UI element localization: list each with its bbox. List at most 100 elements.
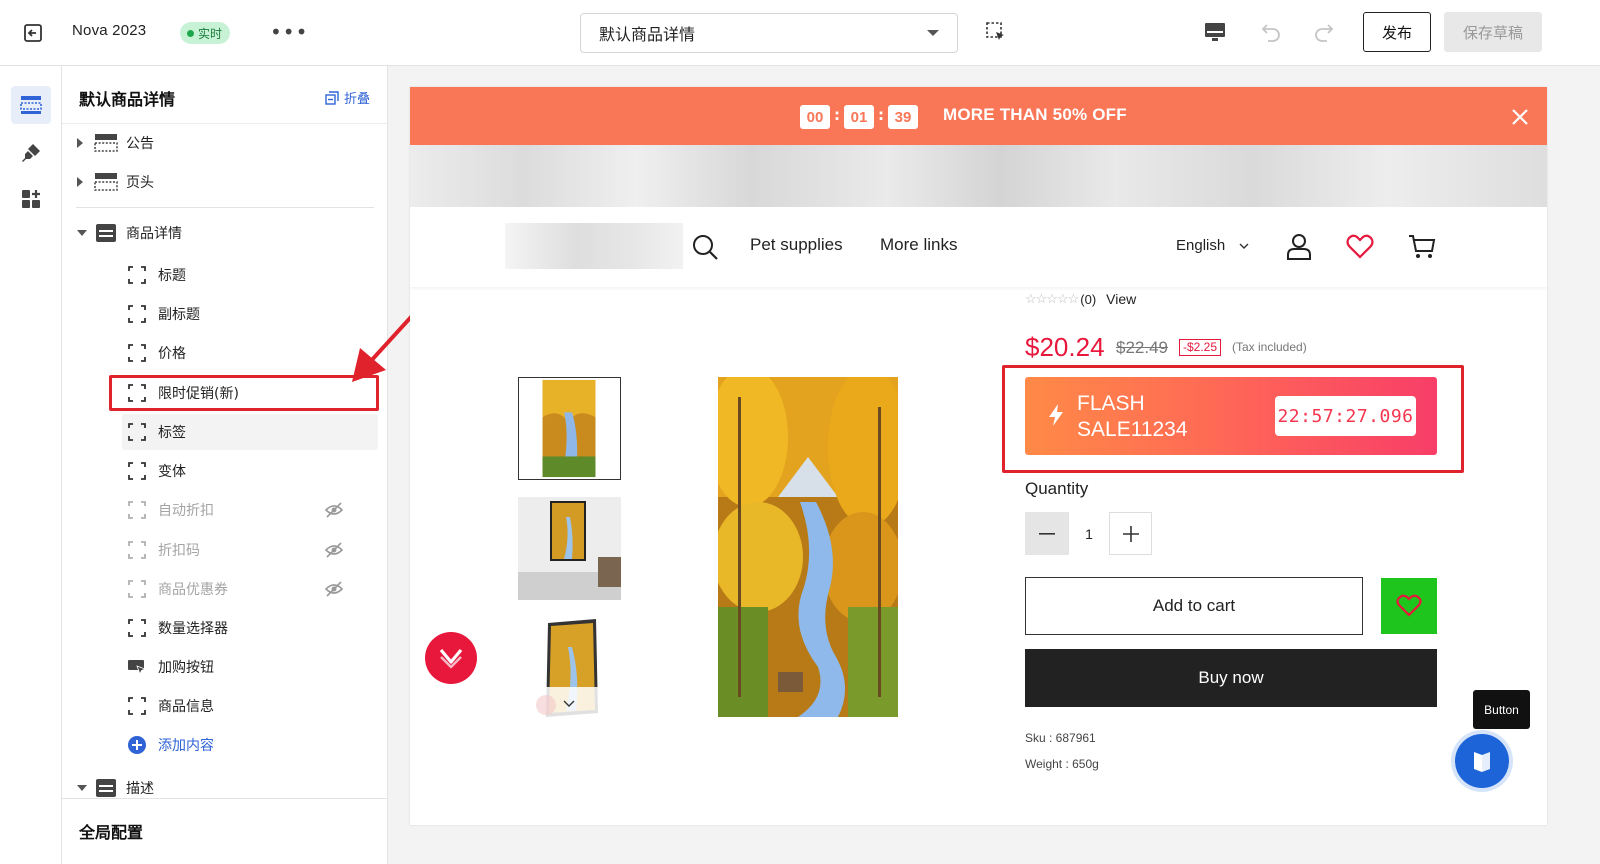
rating-view-link[interactable]: View bbox=[1106, 291, 1136, 307]
publish-button[interactable]: 发布 bbox=[1363, 12, 1431, 52]
tree-item-label: 价格 bbox=[158, 346, 186, 362]
quantity-label: Quantity bbox=[1025, 479, 1089, 498]
minus-icon bbox=[1039, 532, 1055, 535]
block-frame-icon bbox=[128, 344, 146, 362]
expand-right-icon[interactable] bbox=[77, 138, 83, 148]
more-options-icon[interactable]: ••• bbox=[270, 22, 308, 42]
quantity-increase-button[interactable] bbox=[1109, 512, 1152, 555]
live-status-badge: 实时 bbox=[180, 22, 231, 44]
tree-item-quantity-selector[interactable]: 数量选择器 bbox=[62, 610, 387, 646]
tree-item-label: 标签 bbox=[158, 425, 186, 441]
block-frame-icon bbox=[128, 305, 146, 323]
product-thumbnail-2[interactable] bbox=[518, 497, 621, 600]
product-thumbnail-3[interactable] bbox=[518, 617, 621, 720]
close-icon[interactable] bbox=[1510, 107, 1530, 127]
tree-section-announcement[interactable]: 公告 bbox=[62, 125, 387, 161]
product-price: $20.24 bbox=[1025, 332, 1105, 362]
template-select[interactable]: 默认商品详情 bbox=[580, 13, 958, 53]
store-logo[interactable] bbox=[505, 223, 683, 269]
tree-item-label: 商品优惠券 bbox=[158, 582, 228, 598]
tree-item-label: 变体 bbox=[158, 464, 186, 480]
collapse-all-button[interactable]: 折叠 bbox=[325, 88, 370, 107]
store-header: Pet supplies More links English bbox=[410, 207, 1547, 287]
eye-hidden-icon[interactable] bbox=[324, 500, 344, 520]
eye-hidden-icon[interactable] bbox=[324, 579, 344, 599]
buy-now-button[interactable]: Buy now bbox=[1025, 649, 1437, 707]
add-circle-icon bbox=[128, 736, 146, 754]
account-icon[interactable] bbox=[1284, 231, 1314, 261]
block-frame-icon bbox=[128, 501, 146, 519]
search-icon[interactable] bbox=[690, 232, 720, 262]
element-select-icon[interactable] bbox=[984, 20, 1008, 44]
tree-item-label: 商品信息 bbox=[158, 699, 214, 715]
redo-icon[interactable] bbox=[1312, 20, 1336, 44]
quantity-input[interactable]: 1 bbox=[1069, 512, 1109, 555]
nav-link-more-links[interactable]: More links bbox=[880, 235, 957, 255]
exit-icon[interactable] bbox=[22, 22, 44, 44]
discount-badge: -$2.25 bbox=[1179, 339, 1222, 356]
tree-item-label: 自动折扣 bbox=[158, 503, 214, 519]
wishlist-heart-icon[interactable] bbox=[1345, 231, 1375, 261]
compare-at-price: $22.49 bbox=[1116, 338, 1168, 357]
tree-section-label: 描述 bbox=[126, 781, 154, 797]
countdown-minutes: 01 bbox=[844, 105, 874, 129]
global-config-footer[interactable]: 全局配置 bbox=[62, 798, 387, 864]
panel-header: 默认商品详情 折叠 bbox=[62, 66, 387, 124]
product-main-image[interactable] bbox=[718, 377, 898, 717]
product-thumbnail-1[interactable] bbox=[518, 377, 621, 480]
tree-item-title[interactable]: 标题 bbox=[62, 257, 387, 293]
tree-item-variants[interactable]: 变体 bbox=[62, 453, 387, 489]
rail-sections-button[interactable] bbox=[11, 86, 51, 124]
countdown-colon: : bbox=[878, 106, 884, 124]
tree-item-product-info[interactable]: 商品信息 bbox=[62, 688, 387, 724]
live-dot-icon bbox=[187, 29, 194, 37]
lightning-icon bbox=[1049, 404, 1063, 426]
desktop-preview-icon[interactable] bbox=[1203, 20, 1227, 44]
rail-apps-button[interactable] bbox=[11, 180, 51, 218]
tree-item-label: 标题 bbox=[158, 268, 186, 284]
language-selector[interactable]: English bbox=[1176, 237, 1249, 254]
rating-stars-icon: ☆☆☆☆☆ bbox=[1025, 291, 1079, 306]
chevron-down-icon bbox=[927, 30, 939, 36]
nav-link-pet-supplies[interactable]: Pet supplies bbox=[750, 235, 843, 255]
collapse-label: 折叠 bbox=[343, 92, 370, 107]
tax-note: (Tax included) bbox=[1232, 340, 1307, 354]
block-frame-icon bbox=[128, 580, 146, 598]
language-value: English bbox=[1176, 237, 1226, 254]
save-draft-button[interactable]: 保存草稿 bbox=[1444, 12, 1542, 52]
tree-item-label: 加购按钮 bbox=[158, 660, 214, 676]
announcement-bar: 00 : 01 : 39 MORE THAN 50% OFF bbox=[410, 87, 1547, 145]
tree-section-header[interactable]: 页头 bbox=[62, 164, 387, 200]
flash-sale-timer: 22:57:27.096 bbox=[1275, 396, 1416, 436]
tree-item-tags[interactable]: 标签 bbox=[122, 414, 378, 450]
tree-section-product-detail[interactable]: 商品详情 bbox=[62, 215, 387, 251]
section-card-icon bbox=[96, 224, 116, 242]
help-floating-button[interactable] bbox=[1455, 734, 1509, 788]
tree-section-label: 商品详情 bbox=[126, 226, 182, 242]
product-sku: Sku : 687961 bbox=[1025, 731, 1096, 745]
expand-down-icon[interactable] bbox=[77, 230, 87, 236]
promo-text: MORE THAN 50% OFF bbox=[943, 105, 1127, 124]
cart-icon[interactable] bbox=[1407, 231, 1437, 261]
tree-item-add-to-cart[interactable]: 加购按钮 bbox=[62, 649, 387, 685]
tree-item-auto-discount[interactable]: 自动折扣 bbox=[62, 492, 387, 528]
tree-item-coupon[interactable]: 商品优惠券 bbox=[62, 571, 387, 607]
eye-hidden-icon[interactable] bbox=[324, 540, 344, 560]
countdown-seconds: 39 bbox=[888, 105, 918, 129]
left-icon-rail bbox=[0, 66, 62, 864]
book-icon bbox=[1474, 752, 1490, 772]
button-block-icon bbox=[128, 660, 147, 676]
button-tooltip: Button bbox=[1473, 690, 1530, 729]
quantity-decrease-button[interactable] bbox=[1025, 512, 1069, 555]
brand-badge[interactable] bbox=[425, 632, 477, 684]
expand-down-icon[interactable] bbox=[77, 785, 87, 791]
add-to-cart-button[interactable]: Add to cart bbox=[1025, 577, 1363, 635]
add-to-wishlist-button[interactable] bbox=[1381, 578, 1437, 634]
rail-theme-button[interactable] bbox=[11, 134, 51, 172]
countdown-hours: 00 bbox=[800, 105, 830, 129]
undo-icon[interactable] bbox=[1259, 20, 1283, 44]
expand-right-icon[interactable] bbox=[77, 177, 83, 187]
section-block-icon bbox=[94, 134, 118, 152]
tree-item-discount-code[interactable]: 折扣码 bbox=[62, 532, 387, 568]
add-content-button[interactable]: 添加内容 bbox=[62, 727, 387, 763]
